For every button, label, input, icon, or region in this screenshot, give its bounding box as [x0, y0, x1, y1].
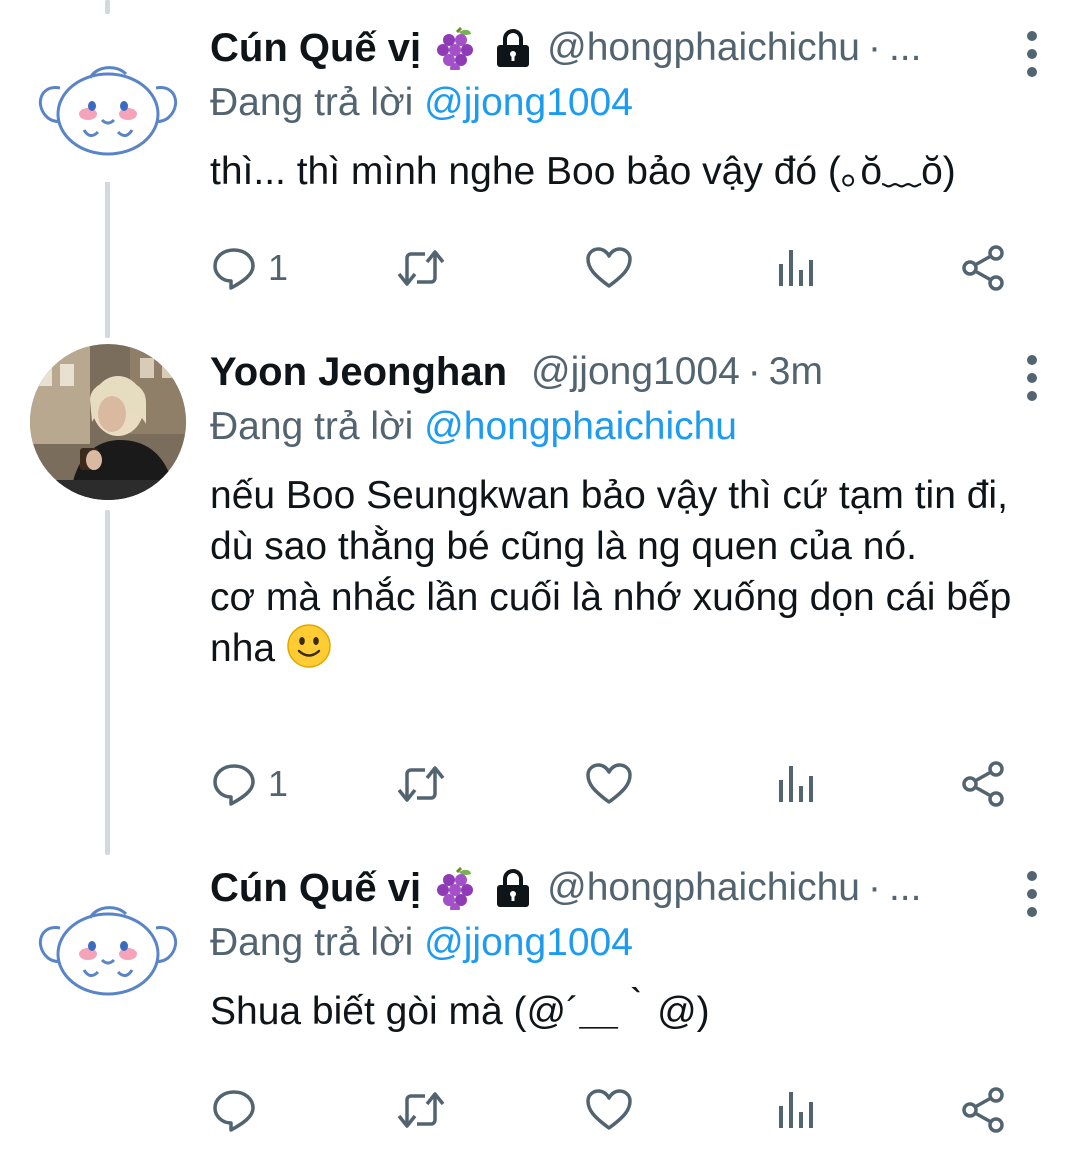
share-icon	[962, 1087, 1004, 1133]
like-button[interactable]	[584, 754, 644, 814]
retweet-button[interactable]	[395, 754, 457, 814]
retweet-icon	[397, 766, 445, 802]
cinnamoroll-avatar-icon	[30, 26, 186, 182]
share-icon	[962, 761, 1004, 807]
tweet[interactable]: Cún Quế vị @hongphaichichu · ... Đang tr…	[0, 860, 1080, 1149]
like-icon	[586, 763, 632, 804]
tweet[interactable]: Cún Quế vị @hongphaichichu · ... Đang tr…	[0, 20, 1080, 320]
tweet-header: Cún Quế vị @hongphaichichu · ...	[210, 860, 1050, 916]
retweet-button[interactable]	[395, 1080, 457, 1140]
retweet-button[interactable]	[395, 238, 457, 298]
tweet-text: thì... thì mình nghe Boo bảo vậy đó (｡ŏ﹏…	[210, 150, 956, 193]
tweet-actions: 1	[210, 754, 1010, 814]
tweet-text: nếu Boo Seungkwan bảo vậy thì cứ tạm tin…	[210, 470, 1050, 674]
tweet-actions	[210, 1080, 1010, 1140]
handle[interactable]: @hongphaichichu	[547, 866, 860, 910]
handle[interactable]: @hongphaichichu	[547, 26, 860, 70]
more-vertical-icon[interactable]	[1012, 26, 1052, 82]
display-name[interactable]: Cún Quế vị	[210, 866, 421, 911]
tweet-text: Shua biết gòi mà (@´＿｀@)	[210, 990, 710, 1033]
display-name[interactable]: Yoon Jeonghan	[210, 350, 507, 395]
separator: ·	[867, 26, 881, 69]
replying-to: Đang trả lời @jjong1004	[210, 916, 1050, 970]
analytics-icon	[779, 1092, 813, 1128]
replying-to-mention[interactable]: @jjong1004	[424, 921, 633, 964]
replying-to: Đang trả lời @hongphaichichu	[210, 400, 1050, 454]
slightly-smiling-face-emoji	[287, 624, 331, 668]
analytics-icon	[779, 766, 813, 802]
retweet-icon	[397, 1092, 445, 1128]
reply-icon	[213, 248, 255, 290]
tweet-header: Yoon Jeonghan @jjong1004 · 3m	[210, 344, 1050, 400]
display-name[interactable]: Cún Quế vị	[210, 26, 421, 71]
reply-icon	[213, 764, 255, 806]
timestamp[interactable]: 3m	[769, 350, 823, 394]
avatar[interactable]	[30, 26, 186, 182]
replying-to-label: Đang trả lời	[210, 921, 414, 964]
thread-line-top	[105, 0, 110, 14]
analytics-button[interactable]	[774, 754, 818, 814]
tweet[interactable]: Yoon Jeonghan @jjong1004 · 3m Đang trả l…	[0, 344, 1080, 824]
separator: ·	[867, 866, 881, 909]
replying-to-mention[interactable]: @jjong1004	[424, 81, 633, 124]
tweet-body: Yoon Jeonghan @jjong1004 · 3m Đang trả l…	[210, 344, 1050, 674]
like-icon	[586, 1089, 632, 1130]
share-button[interactable]	[958, 1080, 1008, 1140]
lock-icon	[497, 869, 530, 907]
reply-count: 1	[268, 247, 289, 288]
share-icon	[962, 245, 1004, 291]
reply-button[interactable]	[210, 1080, 268, 1140]
more-vertical-icon[interactable]	[1012, 866, 1052, 922]
more-vertical-icon[interactable]	[1012, 350, 1052, 406]
analytics-button[interactable]	[774, 238, 818, 298]
grapes-icon	[437, 26, 474, 70]
tweet-body: Cún Quế vị @hongphaichichu · ... Đang tr…	[210, 20, 1050, 197]
like-icon	[586, 247, 632, 288]
tweet-header: Cún Quế vị @hongphaichichu · ...	[210, 20, 1050, 76]
share-button[interactable]	[958, 754, 1008, 814]
tweet-body: Cún Quế vị @hongphaichichu · ... Đang tr…	[210, 860, 1050, 1037]
tweet-actions: 1	[210, 238, 1010, 298]
like-button[interactable]	[584, 1080, 644, 1140]
share-button[interactable]	[958, 238, 1008, 298]
reply-icon	[213, 1090, 255, 1132]
lock-icon	[497, 29, 530, 67]
like-button[interactable]	[584, 238, 644, 298]
avatar[interactable]	[30, 866, 186, 1022]
separator: ·	[747, 350, 761, 393]
handle[interactable]: @jjong1004	[531, 350, 740, 394]
reply-button[interactable]: 1	[210, 754, 288, 814]
replying-to-label: Đang trả lời	[210, 81, 414, 124]
analytics-icon	[779, 250, 813, 286]
replying-to: Đang trả lời @jjong1004	[210, 76, 1050, 130]
retweet-icon	[397, 250, 445, 286]
cinnamoroll-avatar-icon	[30, 866, 186, 1022]
timestamp[interactable]: ...	[889, 26, 922, 70]
grapes-icon	[437, 866, 474, 910]
reply-thread: Cún Quế vị @hongphaichichu · ... Đang tr…	[0, 0, 1080, 1149]
profile-photo-icon	[30, 344, 186, 500]
analytics-button[interactable]	[774, 1080, 818, 1140]
replying-to-mention[interactable]: @hongphaichichu	[424, 405, 737, 448]
reply-button[interactable]: 1	[210, 238, 288, 298]
replying-to-label: Đang trả lời	[210, 405, 414, 448]
timestamp[interactable]: ...	[889, 866, 922, 910]
reply-count: 1	[268, 763, 289, 804]
avatar[interactable]	[30, 344, 186, 500]
